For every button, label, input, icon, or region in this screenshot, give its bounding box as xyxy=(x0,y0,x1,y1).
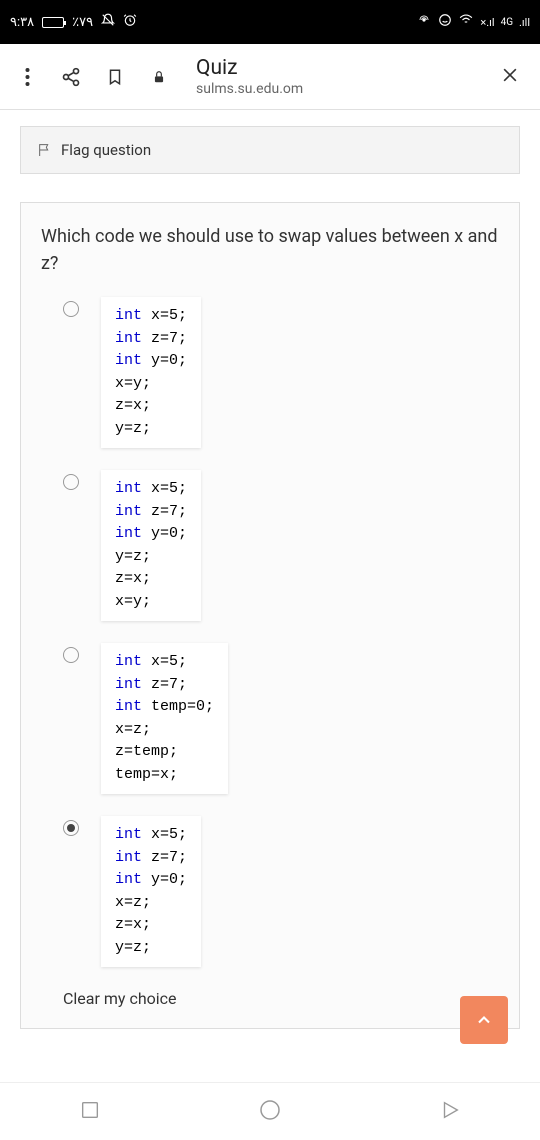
alarm-icon xyxy=(123,13,137,31)
code-box-2: int x=5; int z=7; int y=0; y=z; z=x; x=y… xyxy=(101,470,201,621)
status-time: ٩:٣٨ xyxy=(10,15,34,30)
status-left: ٩:٣٨ ٪٧٩ xyxy=(10,13,137,31)
signal-icon-2: .ıll xyxy=(519,16,530,29)
lock-icon xyxy=(148,66,170,88)
nav-bar xyxy=(0,1082,540,1140)
wifi-icon xyxy=(458,13,474,31)
flag-question[interactable]: Flag question xyxy=(20,126,520,174)
browser-header: Quiz sulms.su.edu.om xyxy=(0,44,540,110)
flag-label: Flag question xyxy=(61,141,151,159)
code-box-4: int x=5; int z=7; int y=0; x=z; z=x; y=z… xyxy=(101,816,201,967)
share-icon[interactable] xyxy=(60,66,82,88)
signal-icon: ×.ıl xyxy=(480,16,494,29)
whatsapp-icon xyxy=(438,13,452,31)
option-3[interactable]: int x=5; int z=7; int temp=0; x=z; z=tem… xyxy=(63,643,499,794)
radio-1[interactable] xyxy=(63,301,79,317)
page-title: Quiz xyxy=(196,56,474,80)
clear-choice[interactable]: Clear my choice xyxy=(63,989,499,1008)
chevron-up-icon xyxy=(474,1010,494,1030)
content-area: Flag question Which code we should use t… xyxy=(0,126,540,1029)
code-box-3: int x=5; int z=7; int temp=0; x=z; z=tem… xyxy=(101,643,228,794)
nav-back-icon[interactable] xyxy=(439,1099,461,1125)
flag-icon xyxy=(37,142,53,158)
code-box-1: int x=5; int z=7; int y=0; x=y; z=x; y=z… xyxy=(101,297,201,448)
bell-off-icon xyxy=(101,13,115,31)
radio-2[interactable] xyxy=(63,474,79,490)
option-4[interactable]: int x=5; int z=7; int y=0; x=z; z=x; y=z… xyxy=(63,816,499,967)
close-icon[interactable] xyxy=(496,63,524,91)
radio-3[interactable] xyxy=(63,647,79,663)
battery-percent: ٪٧٩ xyxy=(72,15,93,30)
status-bar: ٩:٣٨ ٪٧٩ ×.ıl 4G .ıll xyxy=(0,0,540,44)
status-right: ×.ıl 4G .ıll xyxy=(416,13,530,31)
nav-recent-icon[interactable] xyxy=(79,1099,101,1125)
option-2[interactable]: int x=5; int z=7; int y=0; y=z; z=x; x=y… xyxy=(63,470,499,621)
radio-4[interactable] xyxy=(63,820,79,836)
browser-title-area[interactable]: Quiz sulms.su.edu.om xyxy=(196,56,474,97)
battery-icon xyxy=(42,17,64,28)
nav-home-icon[interactable] xyxy=(258,1098,282,1126)
menu-dots-icon[interactable] xyxy=(16,66,38,88)
bookmark-icon[interactable] xyxy=(104,66,126,88)
question-card: Which code we should use to swap values … xyxy=(20,202,520,1029)
question-text: Which code we should use to swap values … xyxy=(41,223,499,277)
network-label: 4G xyxy=(501,17,513,28)
page-url: sulms.su.edu.om xyxy=(196,81,474,97)
hotspot-icon xyxy=(416,13,432,31)
scroll-top-button[interactable] xyxy=(460,996,508,1044)
option-1[interactable]: int x=5; int z=7; int y=0; x=y; z=x; y=z… xyxy=(63,297,499,448)
